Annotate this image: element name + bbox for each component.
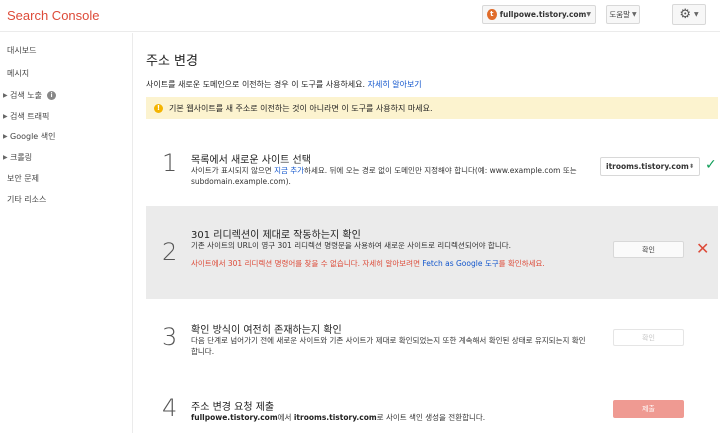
check-icon: ✓ — [705, 157, 717, 173]
app-logo[interactable]: Search Console — [7, 8, 100, 23]
step-title: 확인 방식이 여전히 존재하는지 확인 — [191, 325, 342, 336]
step-number: 2 — [162, 238, 178, 266]
step-description: 사이트가 표시되지 않으면 지금 추가하세요. 뒤에 오는 경로 없이 도메인만… — [191, 165, 591, 187]
expand-triangle-icon: ▶ — [3, 92, 8, 99]
sidebar-item-search-appearance[interactable]: ▶ 검색 노출 i — [3, 90, 56, 101]
help-button[interactable]: 도움말 ▼ — [606, 5, 640, 24]
error-x-icon: ✕ — [696, 239, 710, 258]
new-site-select-value: itrooms.tistory.com — [606, 162, 689, 171]
expand-triangle-icon: ▶ — [3, 113, 8, 120]
old-site-name: fullpowe.tistory.com — [191, 413, 278, 422]
sidebar-item-label: 크롤링 — [10, 153, 33, 162]
sidebar-item-label: 메시지 — [7, 69, 30, 78]
sidebar-item-label: 검색 트래픽 — [10, 112, 50, 121]
expand-triangle-icon: ▶ — [3, 133, 8, 140]
step-title: 목록에서 새로운 사이트 선택 — [191, 155, 311, 166]
sidebar-item-search-traffic[interactable]: ▶ 검색 트래픽 — [3, 111, 49, 122]
site-selector[interactable]: t fullpowe.tistory.com ▼ — [482, 5, 596, 24]
warning-icon: ! — [154, 103, 163, 113]
sidebar-item-crawl[interactable]: ▶ 크롤링 — [3, 152, 32, 163]
sidebar-item-other-resources[interactable]: 기타 리소스 — [7, 194, 46, 205]
chevron-down-icon: ▼ — [694, 11, 699, 18]
error-message: 사이트에서 301 리디렉션 명령어를 찾을 수 없습니다. 자세히 알아보려면… — [191, 258, 591, 269]
learn-more-link[interactable]: 자세히 알아보기 — [368, 80, 422, 89]
sidebar-item-messages[interactable]: 메시지 — [7, 68, 29, 79]
top-bar: Search Console t fullpowe.tistory.com ▼ … — [0, 0, 720, 32]
confirm-redirect-button[interactable]: 확인 — [613, 241, 684, 258]
sidebar-item-label: 대시보드 — [7, 46, 37, 55]
error-text: 를 확인하세요. — [498, 259, 545, 268]
expand-triangle-icon: ▶ — [3, 154, 8, 161]
step-2: 2 301 리디렉션이 제대로 작동하는지 확인 기존 사이트의 URL이 영구… — [146, 206, 718, 299]
help-button-label: 도움말 — [609, 10, 631, 19]
chevron-down-icon: ▼ — [632, 11, 637, 18]
step-description-text: 에서 — [277, 413, 292, 422]
sidebar-item-label: 보안 문제 — [7, 174, 39, 183]
new-site-select[interactable]: itrooms.tistory.com ⬍ — [600, 157, 700, 176]
site-favicon-icon: t — [487, 9, 497, 20]
step-description: 다음 단계로 넘어가기 전에 새로운 사이트와 기존 사이트가 제대로 확인되었… — [191, 336, 586, 356]
step-3: 3 확인 방식이 여전히 존재하는지 확인 다음 단계로 넘어가기 전에 새로운… — [146, 309, 718, 379]
info-icon[interactable]: i — [46, 91, 56, 100]
main-content: 주소 변경 사이트를 새로운 도메인으로 이전하는 경우 이 도구를 사용하세요… — [134, 33, 720, 433]
step-title: 주소 변경 요청 제출 — [191, 402, 275, 413]
step-number: 1 — [162, 149, 178, 177]
sidebar-item-security-issues[interactable]: 보안 문제 — [7, 173, 39, 184]
add-site-link[interactable]: 지금 추가 — [274, 166, 304, 175]
step-number: 4 — [162, 394, 178, 422]
confirm-verification-button[interactable]: 확인 — [613, 329, 684, 346]
intro-text: 사이트를 새로운 도메인으로 이전하는 경우 이 도구를 사용하세요. 자세히 … — [146, 79, 422, 90]
settings-button[interactable]: ⚙ ▼ — [672, 4, 706, 25]
sidebar-item-label: 검색 노출 — [10, 91, 42, 100]
step-number: 3 — [162, 323, 178, 351]
step-title: 301 리디렉션이 제대로 작동하는지 확인 — [191, 230, 361, 241]
step-description-text: 사이트가 표시되지 않으면 — [191, 166, 272, 175]
gear-icon: ⚙ — [679, 7, 692, 22]
new-site-name: itrooms.tistory.com — [293, 413, 377, 422]
sidebar-item-dashboard[interactable]: 대시보드 — [7, 45, 36, 56]
step-description: 기존 사이트의 URL이 영구 301 리디렉션 명령문을 사용하여 새로운 사… — [191, 241, 512, 250]
step-description-text: 로 사이트 색인 생성을 전환합니다. — [376, 413, 486, 422]
sidebar-item-label: 기타 리소스 — [7, 195, 47, 204]
step-description: fullpowe.tistory.com에서 itrooms.tistory.c… — [191, 412, 611, 423]
step-1: 1 목록에서 새로운 사이트 선택 사이트가 표시되지 않으면 지금 추가하세요… — [146, 137, 718, 203]
page-title: 주소 변경 — [146, 54, 198, 69]
submit-button[interactable]: 제출 — [613, 400, 684, 418]
chevron-down-icon: ▼ — [586, 11, 591, 18]
warning-text: 기본 웹사이트를 새 주소로 이전하는 것이 아니라면 이 도구를 사용하지 마… — [169, 103, 433, 113]
fetch-as-google-link[interactable]: Fetch as Google 도구 — [422, 259, 498, 268]
sidebar-item-label: Google 색인 — [10, 132, 56, 141]
sidebar-item-google-index[interactable]: ▶ Google 색인 — [3, 131, 55, 142]
chevron-updown-icon: ⬍ — [688, 163, 694, 170]
sidebar: 대시보드 메시지 ▶ 검색 노출 i ▶ 검색 트래픽 ▶ Google 색인 … — [0, 33, 133, 433]
step-4: 4 주소 변경 요청 제출 fullpowe.tistory.com에서 itr… — [146, 388, 718, 433]
intro-text-body: 사이트를 새로운 도메인으로 이전하는 경우 이 도구를 사용하세요. — [146, 80, 366, 89]
error-text: 사이트에서 301 리디렉션 명령어를 찾을 수 없습니다. 자세히 알아보려면 — [191, 259, 420, 268]
site-selector-value: fullpowe.tistory.com — [499, 10, 587, 19]
warning-banner: ! 기본 웹사이트를 새 주소로 이전하는 것이 아니라면 이 도구를 사용하지… — [146, 97, 718, 119]
